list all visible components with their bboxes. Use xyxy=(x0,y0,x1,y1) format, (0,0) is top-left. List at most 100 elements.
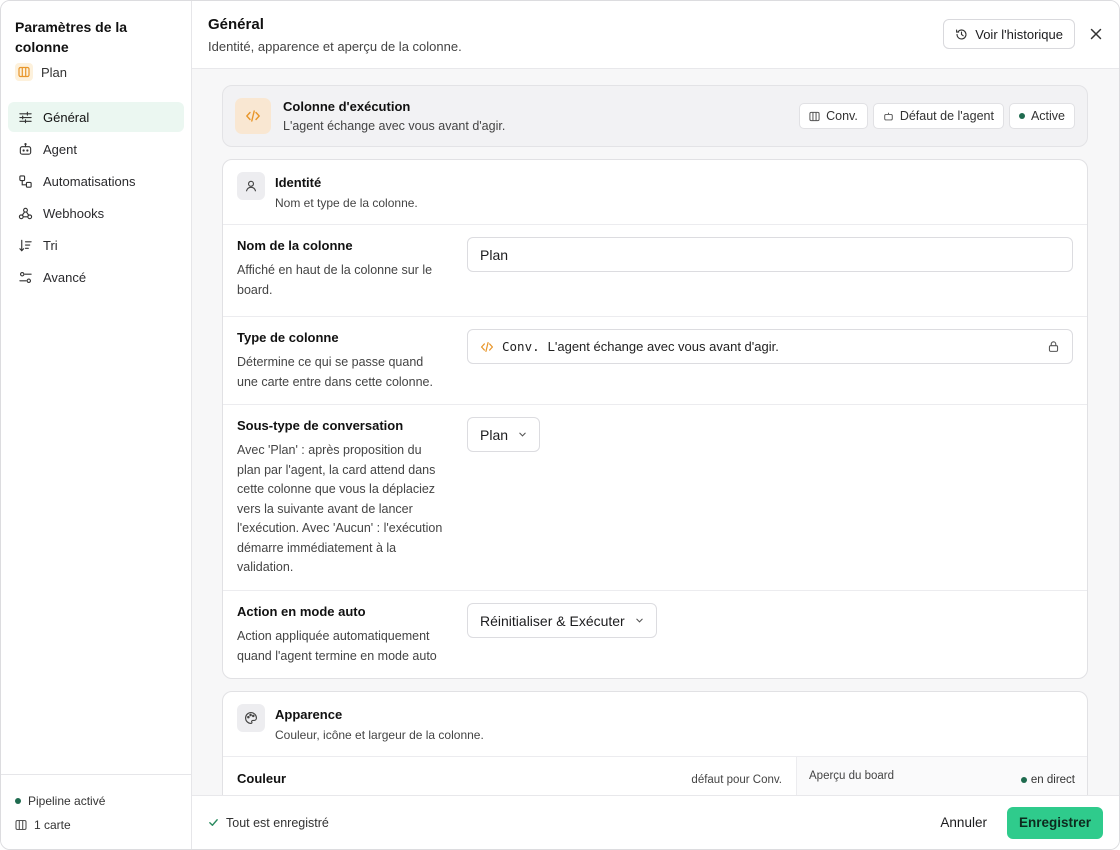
page-subtitle: Identité, apparence et aperçu de la colo… xyxy=(208,39,462,54)
tag-label: Défaut de l'agent xyxy=(899,109,994,123)
chevron-down-icon xyxy=(519,432,526,437)
sidebar-item-label: Avancé xyxy=(43,269,87,285)
status-dot-icon xyxy=(1020,777,1027,783)
history-icon xyxy=(956,28,967,40)
palette-icon xyxy=(245,712,257,724)
type-code: Conv. xyxy=(502,339,540,354)
palette-icon-badge xyxy=(237,704,265,732)
header-actions: Voir l'historique xyxy=(943,19,1103,49)
tag-active: Active xyxy=(1008,103,1075,129)
robot-icon xyxy=(19,142,32,155)
code-icon xyxy=(480,341,494,352)
row-label: Action en mode auto Action appliquée aut… xyxy=(237,603,467,666)
auto-action-label: Action en mode auto xyxy=(237,604,366,619)
header-text: Général Identité, apparence et aperçu de… xyxy=(208,16,462,54)
topbar: Général Identité, apparence et aperçu de… xyxy=(192,1,1119,69)
color-default-note: défaut pour Conv. xyxy=(691,774,782,786)
sidebar-item-automations[interactable]: Automatisations xyxy=(8,166,184,196)
row-control: Plan xyxy=(467,417,1073,578)
chevron-down-icon xyxy=(635,618,643,623)
sidebar-item-webhooks[interactable]: Webhooks xyxy=(8,198,184,228)
history-button[interactable]: Voir l'historique xyxy=(943,19,1075,49)
appearance-text: Apparence Couleur, icône et largeur de l… xyxy=(275,707,484,742)
column-name-help: Affiché en haut de la colonne sur le boa… xyxy=(237,263,433,297)
auto-action-help: Action appliquée automatiquement quand l… xyxy=(237,629,437,663)
page-title: Général xyxy=(208,16,264,33)
identity-title: Identité xyxy=(275,175,322,190)
sidebar: Paramètres de la colonne Plan Général Ag… xyxy=(1,1,192,849)
column-icon xyxy=(15,63,33,81)
code-icon-badge xyxy=(235,98,271,134)
sidebar-header: Paramètres de la colonne Plan xyxy=(1,1,191,81)
tag-label: Active xyxy=(1030,109,1065,123)
subtype-label: Sous-type de conversation xyxy=(237,418,404,433)
save-status: Tout est enregistré xyxy=(208,816,329,830)
execution-column-card: Colonne d'exécution L'agent échange avec… xyxy=(222,85,1088,147)
card-count-text: 1 carte xyxy=(34,818,71,832)
identity-header: Identité Nom et type de la colonne. xyxy=(223,160,1087,225)
exec-title: Colonne d'exécution xyxy=(283,99,411,114)
column-name: Plan xyxy=(41,64,68,80)
preview-label: Aperçu du board xyxy=(809,770,895,782)
sort-icon xyxy=(19,239,32,251)
sidebar-item-label: Général xyxy=(43,109,90,125)
row-label: Sous-type de conversation Avec 'Plan' : … xyxy=(237,417,467,578)
exec-tags: Conv. Défaut de l'agent Active xyxy=(799,103,1075,129)
appearance-title: Apparence xyxy=(275,707,343,722)
status-dot-icon xyxy=(15,798,21,804)
main-panel: Général Identité, apparence et aperçu de… xyxy=(192,1,1119,849)
column-icon xyxy=(809,111,820,121)
sidebar-nav: Général Agent Automatisations Webhooks T… xyxy=(1,102,191,294)
column-identity: Plan xyxy=(15,63,177,81)
sidebar-item-general[interactable]: Général xyxy=(8,102,184,132)
footer-bar: Tout est enregistré Annuler Enregistrer xyxy=(192,795,1119,849)
sidebar-item-sort[interactable]: Tri xyxy=(8,230,184,260)
column-type-label: Type de colonne xyxy=(237,330,339,345)
auto-action-row: Action en mode auto Action appliquée aut… xyxy=(223,591,1087,678)
auto-action-value: Réinitialiser & Exécuter xyxy=(480,612,625,629)
column-type-help: Détermine ce qui se passe quand une cart… xyxy=(237,355,433,389)
cancel-button[interactable]: Annuler xyxy=(940,815,987,830)
sliders-icon xyxy=(19,111,32,123)
appearance-header: Apparence Couleur, icône et largeur de l… xyxy=(223,692,1087,757)
row-label: Nom de la colonne Affiché en haut de la … xyxy=(237,237,467,304)
tag-label: Conv. xyxy=(826,109,858,123)
column-name-input[interactable]: Plan xyxy=(467,237,1073,272)
save-button[interactable]: Enregistrer xyxy=(1006,806,1103,839)
close-icon[interactable] xyxy=(1089,27,1103,41)
robot-icon xyxy=(884,112,893,120)
color-setting: Couleur défaut pour Conv. xyxy=(223,757,797,795)
row-control: Conv. L'agent échange avec vous avant d'… xyxy=(467,329,1073,392)
history-button-label: Voir l'historique xyxy=(975,26,1063,42)
subtype-select[interactable]: Plan xyxy=(467,417,541,452)
sidebar-footer: Pipeline activé 1 carte xyxy=(1,774,191,849)
sidebar-item-advanced[interactable]: Avancé xyxy=(8,262,184,292)
auto-action-select[interactable]: Réinitialiser & Exécuter xyxy=(467,603,657,638)
settings-window: Paramètres de la colonne Plan Général Ag… xyxy=(0,0,1120,850)
card-count: 1 carte xyxy=(15,813,177,837)
column-name-row: Nom de la colonne Affiché en haut de la … xyxy=(223,225,1087,317)
live-label: en direct xyxy=(1030,774,1075,786)
sidebar-item-agent[interactable]: Agent xyxy=(8,134,184,164)
code-icon xyxy=(246,110,260,122)
appearance-body: Couleur défaut pour Conv. Aperçu du boar… xyxy=(223,757,1087,795)
appearance-section: Apparence Couleur, icône et largeur de l… xyxy=(222,691,1088,795)
color-label: Couleur xyxy=(237,771,287,786)
content-area: Colonne d'exécution L'agent échange avec… xyxy=(192,69,1119,795)
conversation-subtype-row: Sous-type de conversation Avec 'Plan' : … xyxy=(223,405,1087,591)
pipeline-status-text: Pipeline activé xyxy=(28,794,106,808)
tag-conv: Conv. xyxy=(799,103,868,129)
column-type-field: Conv. L'agent échange avec vous avant d'… xyxy=(467,329,1073,364)
tag-agent-default: Défaut de l'agent xyxy=(872,103,1004,129)
column-icon xyxy=(15,819,27,831)
column-name-label: Nom de la colonne xyxy=(237,238,353,253)
status-dot-icon xyxy=(1018,113,1025,119)
sidebar-item-label: Webhooks xyxy=(43,205,105,221)
lock-icon xyxy=(1048,341,1059,352)
board-preview: Aperçu du board en direct xyxy=(797,757,1087,795)
type-value: Conv. L'agent échange avec vous avant d'… xyxy=(480,339,779,354)
save-status-text: Tout est enregistré xyxy=(226,815,329,830)
exec-text: Colonne d'exécution L'agent échange avec… xyxy=(283,99,505,133)
identity-text: Identité Nom et type de la colonne. xyxy=(275,175,418,210)
sidebar-title: Paramètres de la colonne xyxy=(15,19,128,55)
